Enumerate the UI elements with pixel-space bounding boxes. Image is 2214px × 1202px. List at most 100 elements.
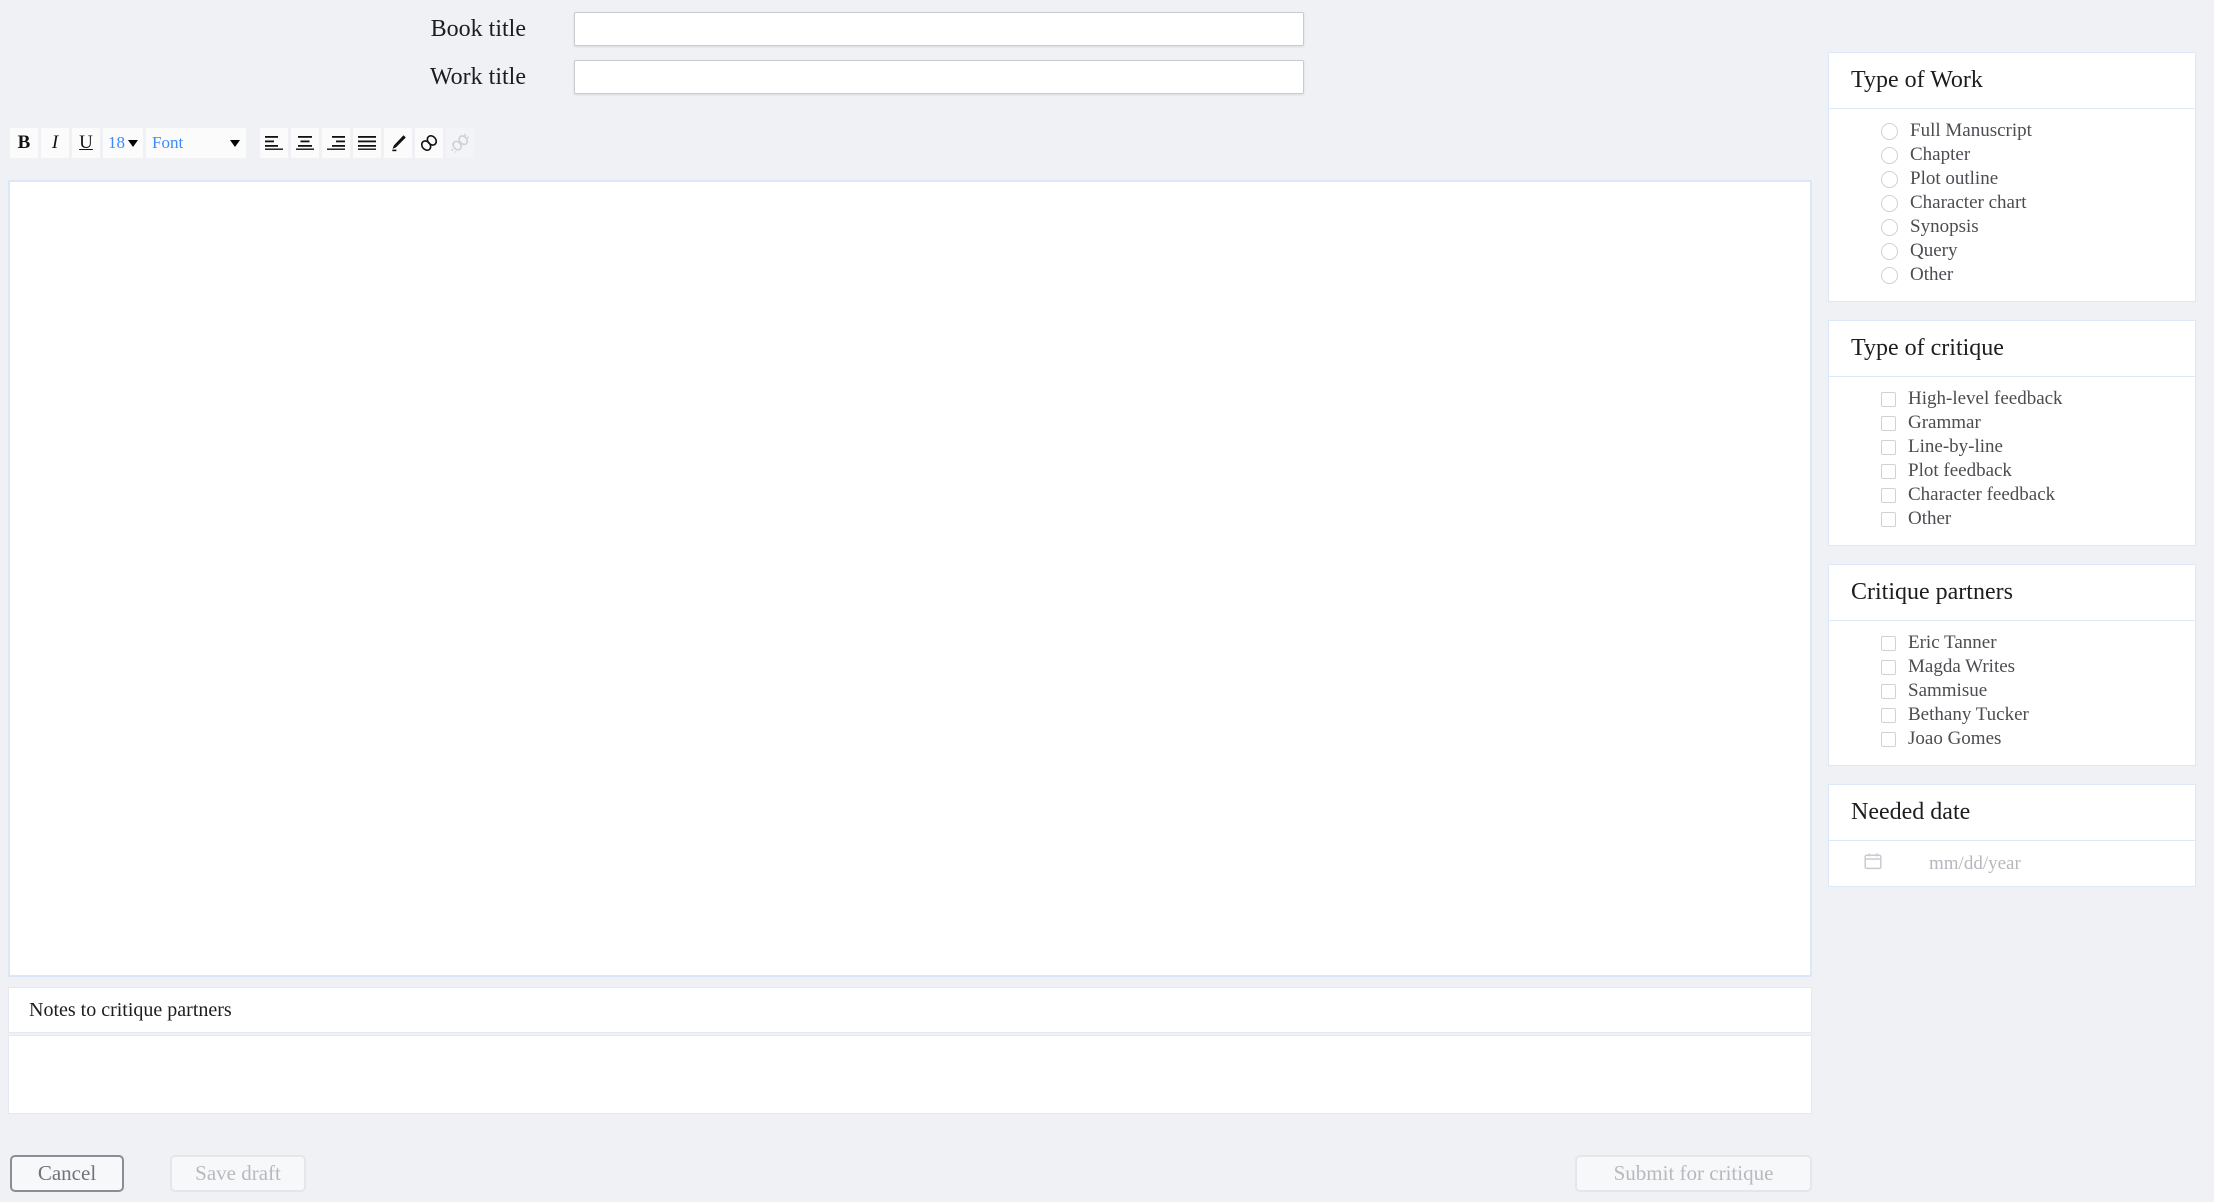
checkbox-partner-joao-gomes[interactable]: Joao Gomes xyxy=(1829,727,2195,751)
checkbox-icon[interactable] xyxy=(1881,683,1896,699)
option-label: Magda Writes xyxy=(1908,656,2016,677)
options-sidebar: Type of Work Full Manuscript Chapter Plo… xyxy=(1828,52,2196,905)
align-left-icon[interactable] xyxy=(260,128,288,158)
radio-icon[interactable] xyxy=(1881,146,1898,164)
radio-icon[interactable] xyxy=(1881,194,1898,212)
radio-icon[interactable] xyxy=(1881,266,1898,284)
underline-button[interactable]: U xyxy=(72,128,100,158)
unlink-icon[interactable] xyxy=(446,128,474,158)
needed-date-body xyxy=(1829,841,2195,886)
radio-icon[interactable] xyxy=(1881,170,1898,188)
option-label: Other xyxy=(1908,508,1952,529)
panel-critique-partners: Critique partners Eric Tanner Magda Writ… xyxy=(1828,564,2196,766)
calendar-icon[interactable] xyxy=(1863,851,1883,876)
link-icon[interactable] xyxy=(415,128,443,158)
option-label: Chapter xyxy=(1910,144,1971,165)
radio-option-plot-outline[interactable]: Plot outline xyxy=(1829,167,2195,191)
panel-body-critique-partners: Eric Tanner Magda Writes Sammisue Bethan… xyxy=(1829,621,2195,765)
align-justify-icon[interactable] xyxy=(353,128,381,158)
radio-option-other[interactable]: Other xyxy=(1829,263,2195,287)
option-label: Character feedback xyxy=(1908,484,2056,505)
checkbox-partner-eric-tanner[interactable]: Eric Tanner xyxy=(1829,631,2195,655)
checkbox-icon[interactable] xyxy=(1881,439,1896,455)
chevron-down-icon xyxy=(230,139,240,147)
panel-body-type-of-critique: High-level feedback Grammar Line-by-line… xyxy=(1829,377,2195,545)
work-title-input[interactable] xyxy=(574,60,1304,94)
align-center-icon[interactable] xyxy=(291,128,319,158)
option-label: Synopsis xyxy=(1910,216,1979,237)
checkbox-icon[interactable] xyxy=(1881,511,1896,527)
checkbox-option-line-by-line[interactable]: Line-by-line xyxy=(1829,435,2195,459)
notes-section-header: Notes to critique partners xyxy=(8,987,1812,1033)
notes-textarea[interactable] xyxy=(8,1035,1812,1114)
work-title-label: Work title xyxy=(429,63,526,90)
checkbox-option-plot-feedback[interactable]: Plot feedback xyxy=(1829,459,2195,483)
checkbox-partner-sammisue[interactable]: Sammisue xyxy=(1829,679,2195,703)
option-label: Joao Gomes xyxy=(1908,728,2002,749)
checkbox-icon[interactable] xyxy=(1881,487,1896,503)
option-label: Sammisue xyxy=(1908,680,1988,701)
book-title-label: Book title xyxy=(430,15,526,42)
radio-option-full-manuscript[interactable]: Full Manuscript xyxy=(1829,119,2195,143)
option-label: Character chart xyxy=(1910,192,2027,213)
option-label: Plot feedback xyxy=(1908,460,2012,481)
option-label: Plot outline xyxy=(1910,168,1999,189)
font-family-select[interactable]: Font xyxy=(146,128,246,158)
panel-title-critique-partners: Critique partners xyxy=(1829,565,2195,621)
rich-text-editor[interactable] xyxy=(8,180,1812,977)
radio-icon[interactable] xyxy=(1881,242,1898,260)
radio-option-character-chart[interactable]: Character chart xyxy=(1829,191,2195,215)
radio-option-chapter[interactable]: Chapter xyxy=(1829,143,2195,167)
panel-title-needed-date: Needed date xyxy=(1829,785,2195,841)
checkbox-icon[interactable] xyxy=(1881,415,1896,431)
book-title-input[interactable] xyxy=(574,12,1304,46)
book-title-row: Book title xyxy=(0,12,1812,46)
editor-toolbar: B I U 18 Font xyxy=(10,127,474,159)
option-label: Bethany Tucker xyxy=(1908,704,2029,725)
title-fields-block: Book title Work title xyxy=(0,0,1812,108)
bold-button[interactable]: B xyxy=(10,128,38,158)
checkbox-option-high-level-feedback[interactable]: High-level feedback xyxy=(1829,387,2195,411)
editor-content-area[interactable] xyxy=(10,182,1810,975)
checkbox-partner-magda-writes[interactable]: Magda Writes xyxy=(1829,655,2195,679)
font-size-select[interactable]: 18 xyxy=(103,128,143,158)
panel-body-type-of-work: Full Manuscript Chapter Plot outline Cha… xyxy=(1829,109,2195,301)
panel-type-of-work: Type of Work Full Manuscript Chapter Plo… xyxy=(1828,52,2196,302)
align-right-icon[interactable] xyxy=(322,128,350,158)
footer-actions: Cancel Save draft Submit for critique xyxy=(0,1155,1812,1202)
radio-icon[interactable] xyxy=(1881,122,1898,140)
panel-title-type-of-work: Type of Work xyxy=(1829,53,2195,109)
radio-option-synopsis[interactable]: Synopsis xyxy=(1829,215,2195,239)
needed-date-input[interactable] xyxy=(1927,851,2131,876)
cancel-button[interactable]: Cancel xyxy=(10,1155,124,1192)
italic-button[interactable]: I xyxy=(41,128,69,158)
checkbox-icon[interactable] xyxy=(1881,463,1896,479)
option-label: Other xyxy=(1910,264,1954,285)
submit-for-critique-button[interactable]: Submit for critique xyxy=(1575,1155,1812,1192)
radio-icon[interactable] xyxy=(1881,218,1898,236)
checkbox-icon[interactable] xyxy=(1881,659,1896,675)
option-label: Eric Tanner xyxy=(1908,632,1997,653)
checkbox-option-character-feedback[interactable]: Character feedback xyxy=(1829,483,2195,507)
option-label: Grammar xyxy=(1908,412,1981,433)
panel-needed-date: Needed date xyxy=(1828,784,2196,887)
option-label: High-level feedback xyxy=(1908,388,2063,409)
checkbox-icon[interactable] xyxy=(1881,391,1896,407)
panel-type-of-critique: Type of critique High-level feedback Gra… xyxy=(1828,320,2196,546)
highlighter-pen-icon[interactable] xyxy=(384,128,412,158)
checkbox-icon[interactable] xyxy=(1881,707,1896,723)
option-label: Query xyxy=(1910,240,1958,261)
checkbox-icon[interactable] xyxy=(1881,731,1896,747)
option-label: Line-by-line xyxy=(1908,436,2003,457)
checkbox-option-other[interactable]: Other xyxy=(1829,507,2195,531)
checkbox-partner-bethany-tucker[interactable]: Bethany Tucker xyxy=(1829,703,2195,727)
option-label: Full Manuscript xyxy=(1910,120,2032,141)
checkbox-icon[interactable] xyxy=(1881,635,1896,651)
panel-title-type-of-critique: Type of critique xyxy=(1829,321,2195,377)
checkbox-option-grammar[interactable]: Grammar xyxy=(1829,411,2195,435)
work-title-row: Work title xyxy=(0,60,1812,94)
save-draft-button[interactable]: Save draft xyxy=(170,1155,306,1192)
chevron-down-icon xyxy=(128,139,138,147)
radio-option-query[interactable]: Query xyxy=(1829,239,2195,263)
font-size-value: 18 xyxy=(108,133,125,152)
